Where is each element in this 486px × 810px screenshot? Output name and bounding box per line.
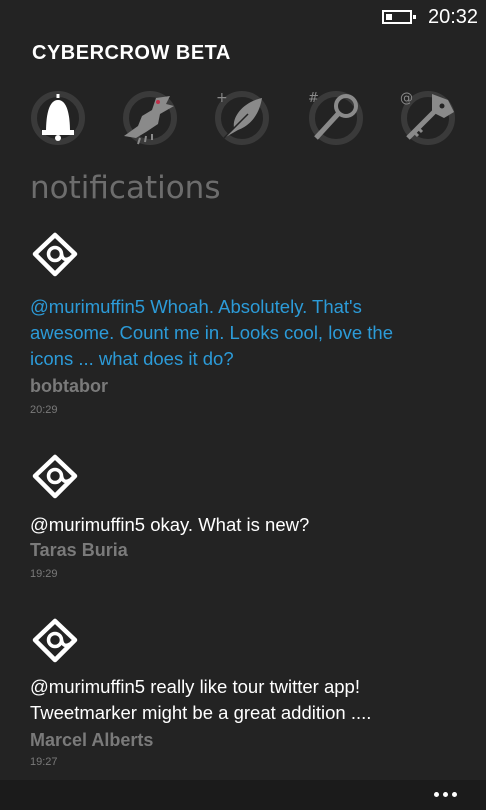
crow-icon[interactable]	[118, 88, 182, 148]
notification-author: Taras Buria	[30, 540, 128, 560]
feather-icon[interactable]: +	[210, 88, 274, 148]
notification-message: @murimuffin5 really like tour twitter ap…	[30, 676, 372, 723]
app-bar	[0, 780, 486, 810]
mention-icon	[32, 232, 78, 277]
ellipsis-icon[interactable]	[432, 784, 468, 804]
notification-author: bobtabor	[30, 376, 108, 396]
pivot-icon-bar: + # @	[26, 88, 466, 150]
notification-message: @murimuffin5 okay. What is new?	[30, 514, 310, 535]
status-bar: 20:32	[0, 0, 486, 34]
app-title: CYBERCROW BETA	[32, 42, 231, 64]
search-icon[interactable]: #	[304, 88, 368, 148]
mention-icon	[32, 454, 78, 499]
svg-text:#: #	[308, 91, 319, 106]
svg-text:+: +	[216, 90, 228, 106]
notification-message: @murimuffin5 Whoah. Absolutely. That's a…	[30, 296, 393, 369]
notification-author: Marcel Alberts	[30, 730, 154, 750]
clock: 20:32	[428, 6, 479, 28]
notification-time: 19:27	[30, 756, 58, 768]
bell-icon[interactable]	[26, 88, 90, 148]
notification-time: 19:29	[30, 568, 58, 580]
key-icon[interactable]: @	[396, 88, 460, 148]
notification-time: 20:29	[30, 404, 58, 416]
page-title: notifications	[30, 170, 221, 206]
battery-icon	[382, 10, 416, 24]
svg-text:@: @	[400, 91, 413, 106]
mention-icon	[32, 618, 78, 663]
